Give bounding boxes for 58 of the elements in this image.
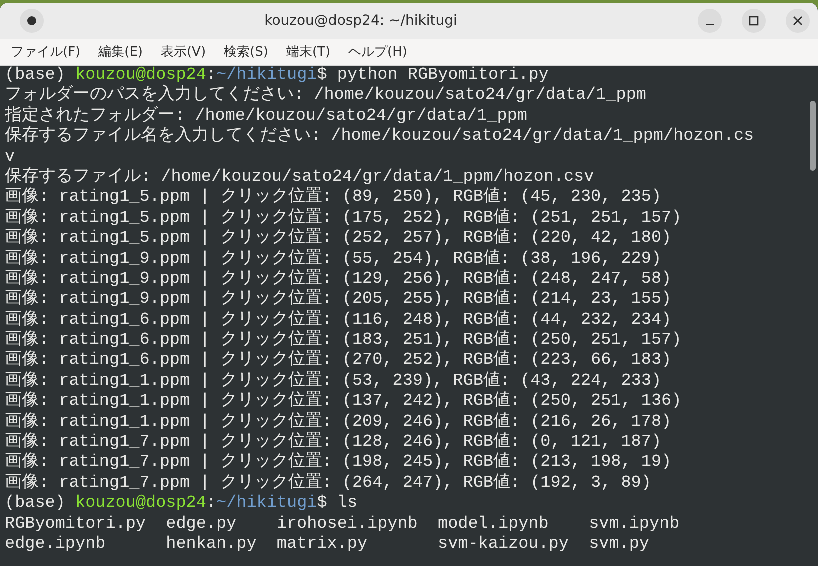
file-name: svm.ipynb	[589, 514, 680, 535]
output-line: 画像: rating1_6.ppm | クリック位置: (270, 252), RGB値: (223, 66, 183)	[5, 351, 672, 370]
prompt-symbol: $	[317, 66, 328, 85]
env-label: (base)	[5, 494, 66, 514]
output-line: 指定されたフォルダー: /home/kouzou/sato24/gr/data/1_ppm	[5, 106, 528, 126]
command-text: ls	[337, 494, 358, 514]
menu-item[interactable]: 表示(V)	[154, 41, 214, 63]
output-line: 画像: rating1_7.ppm | クリック位置: (198, 245), RGB値: (213, 198, 19)	[5, 453, 672, 472]
menu-item[interactable]: 検索(S)	[217, 41, 276, 63]
prompt-path: ~/hikitugi	[216, 494, 318, 514]
output-line: 画像: rating1_5.ppm | クリック位置: (252, 257), RGB値: (220, 42, 180)	[5, 229, 672, 248]
file-name: RGByomitori.py	[5, 514, 146, 535]
command-text: python RGByomitori.py	[337, 66, 549, 85]
output-line: 画像: rating1_9.ppm | クリック位置: (205, 255), RGB値: (214, 23, 155)	[5, 290, 672, 310]
minimize-icon	[706, 24, 714, 26]
output-line: 画像: rating1_6.ppm | クリック位置: (183, 251), RGB値: (250, 251, 157)	[5, 331, 682, 350]
user-host: kouzou@dosp24	[76, 66, 206, 85]
output-line: 画像: rating1_9.ppm | クリック位置: (129, 256), RGB値: (248, 247, 58)	[5, 270, 672, 289]
file-name: edge.py	[166, 514, 237, 535]
prompt-separator: :	[206, 494, 217, 514]
output-line: 画像: rating1_1.ppm | クリック位置: (209, 246), RGB値: (216, 26, 178)	[5, 412, 672, 432]
menu-item[interactable]: 端末(T)	[279, 41, 338, 63]
output-line: 画像: rating1_1.ppm | クリック位置: (137, 242), RGB値: (250, 251, 136)	[5, 392, 682, 412]
prompt-path: ~/hikitugi	[216, 66, 318, 85]
env-label: (base)	[5, 66, 66, 85]
output-line: 保存するファイル: /home/kouzou/sato24/gr/data/1_ppm/hozon.csv	[5, 168, 594, 187]
menu-item[interactable]: ファイル(F)	[4, 41, 88, 63]
output-line: フォルダーのパスを入力してください: /home/kouzou/sato24/gr/data/1_ppm	[5, 86, 646, 106]
output-line: v	[5, 148, 16, 167]
output-line: 保存するファイル名を入力してください: /home/kouzou/sato24/gr/data/1_ppm/hozon.cs	[5, 127, 754, 146]
output-line: 画像: rating1_9.ppm | クリック位置: (55, 254), RGB値: (38, 196, 229)	[5, 250, 662, 269]
file-name: model.ipynb	[438, 514, 549, 535]
close-icon	[793, 16, 803, 26]
dot-icon	[27, 16, 37, 26]
maximize-button[interactable]	[742, 9, 766, 33]
scrollbar[interactable]	[810, 101, 816, 171]
output-line: 画像: rating1_7.ppm | クリック位置: (128, 246), RGB値: (0, 121, 187)	[5, 433, 662, 452]
maximize-icon	[749, 16, 759, 26]
file-name: irohosei.ipynb	[276, 514, 418, 535]
minimize-button[interactable]	[698, 9, 722, 33]
file-name: henkan.py	[166, 534, 257, 556]
window-title: kouzou@dosp24: ~/hikitugi	[264, 13, 458, 29]
user-host: kouzou@dosp24	[76, 494, 206, 514]
window-menu-button[interactable]	[20, 9, 44, 33]
output-line: 画像: rating1_6.ppm | クリック位置: (116, 248), RGB値: (44, 232, 234)	[5, 310, 672, 330]
close-button[interactable]	[786, 9, 810, 33]
prompt-symbol: $	[317, 494, 328, 514]
file-name: svm-kaizou.py	[438, 534, 569, 556]
output-line: 画像: rating1_1.ppm | クリック位置: (53, 239), RGB値: (43, 224, 233)	[5, 372, 662, 391]
output-line: 画像: rating1_5.ppm | クリック位置: (89, 250), RGB値: (45, 230, 235)	[5, 188, 662, 208]
output-line: 画像: rating1_7.ppm | クリック位置: (264, 247), RGB値: (192, 3, 89)	[5, 474, 652, 493]
file-name: matrix.py	[276, 534, 368, 556]
menu-item[interactable]: ヘルプ(H)	[342, 41, 414, 63]
output-line: 画像: rating1_5.ppm | クリック位置: (175, 252), RGB値: (251, 251, 157)	[5, 208, 682, 228]
file-name: edge.ipynb	[5, 534, 106, 556]
menu-item[interactable]: 編集(E)	[92, 41, 150, 63]
file-name: svm.py	[589, 534, 650, 556]
prompt-separator: :	[206, 66, 217, 85]
